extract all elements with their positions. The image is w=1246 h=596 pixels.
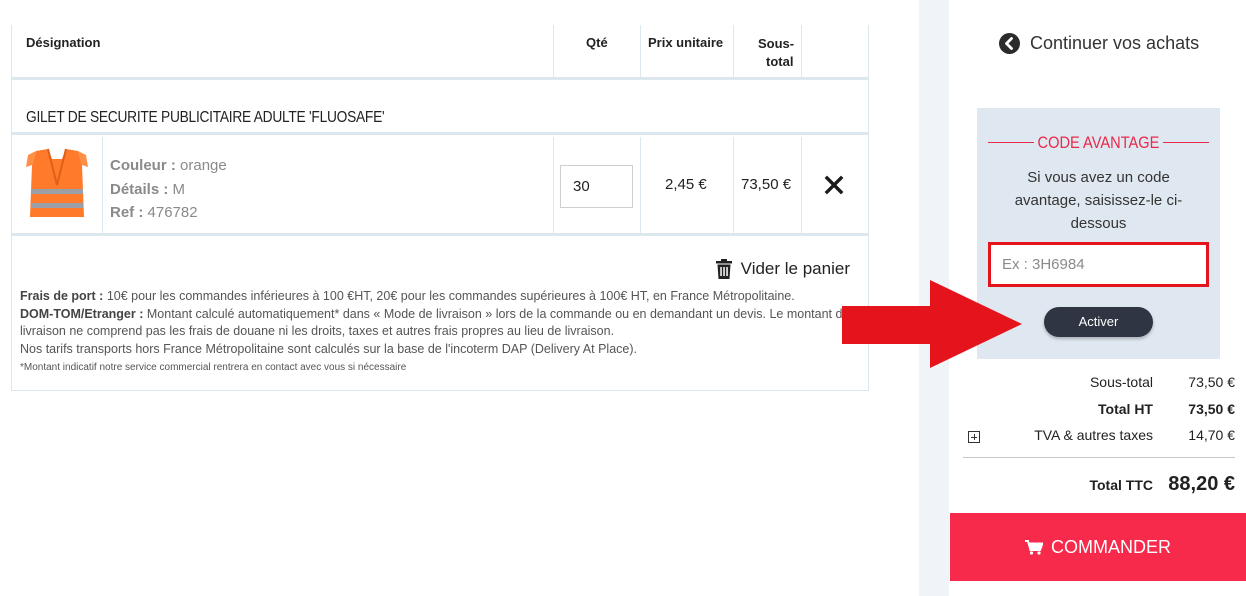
trash-icon bbox=[715, 259, 732, 279]
header-qty: Qté bbox=[586, 35, 608, 50]
subtotal-label: Sous-total bbox=[1089, 374, 1153, 390]
tva-row: TVA & autres taxes 14,70 € bbox=[961, 427, 1237, 447]
total-ht-label: Total HT bbox=[1098, 401, 1153, 417]
shipping-fees-label: Frais de port : bbox=[20, 289, 104, 303]
footnote: *Montant indicatif notre service commerc… bbox=[20, 362, 407, 373]
order-label: COMMANDER bbox=[1051, 536, 1171, 557]
quantity-input[interactable]: 30 bbox=[560, 165, 633, 208]
product-thumbnail[interactable] bbox=[22, 145, 92, 221]
total-ht-value: 73,50 € bbox=[1188, 401, 1235, 417]
ref-label: Ref : bbox=[110, 204, 144, 221]
color-label: Couleur : bbox=[110, 157, 176, 174]
ref-attr: Ref : 476782 bbox=[110, 201, 227, 225]
column-divider bbox=[733, 137, 734, 233]
header-unit-price: Prix unitaire bbox=[648, 35, 724, 50]
domtom-note: DOM-TOM/Etranger : Montant calculé autom… bbox=[20, 306, 866, 341]
header-designation: Désignation bbox=[26, 35, 101, 50]
order-button[interactable]: COMMANDER bbox=[950, 513, 1246, 581]
tva-label: TVA & autres taxes bbox=[1034, 427, 1153, 443]
shipping-notes: Frais de port : 10€ pour les commandes i… bbox=[20, 288, 866, 375]
activate-button[interactable]: Activer bbox=[1044, 307, 1153, 337]
shipping-fees-text: 10€ pour les commandes inférieures à 100… bbox=[106, 289, 795, 303]
subtotal-row: Sous-total 73,50 € bbox=[961, 374, 1237, 394]
domtom-text: Montant calculé automatiquement* dans « … bbox=[20, 306, 863, 339]
total-ttc-label: Total TTC bbox=[1089, 477, 1153, 493]
empty-cart-label: Vider le panier bbox=[740, 259, 850, 278]
continue-shopping-link[interactable]: Continuer vos achats bbox=[999, 33, 1199, 54]
unit-price: 2,45 € bbox=[665, 176, 707, 193]
table-row: Couleur : orange Détails : M Ref : 47678… bbox=[12, 137, 868, 236]
arrow-right-icon bbox=[842, 280, 1022, 368]
column-divider bbox=[640, 137, 641, 233]
subtotal-value: 73,50 € bbox=[1188, 374, 1235, 390]
header-subtotal: Sous- total bbox=[758, 35, 794, 71]
cart-table: Désignation Qté Prix unitaire Sous- tota… bbox=[11, 25, 869, 391]
product-attributes: Couleur : orange Détails : M Ref : 47678… bbox=[110, 154, 227, 225]
column-divider bbox=[553, 25, 554, 80]
column-divider bbox=[553, 137, 554, 233]
header-subtotal-line1: Sous- bbox=[758, 36, 795, 51]
domtom-label: DOM-TOM/Etranger : bbox=[20, 306, 144, 321]
total-ttc-row: Total TTC 88,20 € bbox=[961, 473, 1237, 499]
color-attr: Couleur : orange bbox=[110, 154, 227, 178]
details-label: Détails : bbox=[110, 180, 169, 198]
remove-item-icon[interactable] bbox=[824, 175, 844, 195]
empty-cart-button[interactable]: Vider le panier bbox=[715, 259, 850, 279]
promo-title: CODE AVANTAGE bbox=[1037, 133, 1160, 152]
promo-description: Si vous avez un code avantage, saisissez… bbox=[1014, 169, 1183, 232]
column-divider bbox=[801, 137, 802, 233]
column-divider bbox=[640, 25, 641, 80]
tva-value: 14,70 € bbox=[1188, 427, 1235, 443]
divider bbox=[963, 457, 1235, 458]
column-divider bbox=[102, 137, 103, 233]
table-header: Désignation Qté Prix unitaire Sous- tota… bbox=[12, 25, 868, 80]
total-ht-row: Total HT 73,50 € bbox=[961, 401, 1237, 421]
ref-value: 476782 bbox=[147, 204, 198, 221]
shipping-fees-note: Frais de port : 10€ pour les commandes i… bbox=[20, 288, 866, 306]
total-ttc-value: 88,20 € bbox=[1168, 473, 1235, 495]
column-divider bbox=[733, 25, 734, 80]
incoterm-note: Nos tarifs transports hors France Métrop… bbox=[20, 341, 637, 356]
cart-page: Désignation Qté Prix unitaire Sous- tota… bbox=[0, 0, 1246, 596]
cart-icon bbox=[1025, 539, 1043, 555]
divider bbox=[1163, 142, 1209, 143]
continue-shopping-label: Continuer vos achats bbox=[1030, 33, 1200, 53]
color-value: orange bbox=[180, 157, 227, 174]
header-subtotal-line2: total bbox=[766, 54, 794, 69]
details-attr: Détails : M bbox=[110, 178, 227, 202]
cart-footer: Vider le panier Frais de port : 10€ pour… bbox=[12, 239, 868, 391]
product-title-row: GILET DE SECURITE PUBLICITAIRE ADULTE 'F… bbox=[12, 83, 868, 135]
chevron-left-circle-icon bbox=[999, 33, 1020, 54]
product-title[interactable]: GILET DE SECURITE PUBLICITAIRE ADULTE 'F… bbox=[26, 109, 385, 127]
line-subtotal: 73,50 € bbox=[741, 176, 792, 193]
column-divider bbox=[801, 25, 802, 80]
details-value: M bbox=[172, 180, 186, 198]
